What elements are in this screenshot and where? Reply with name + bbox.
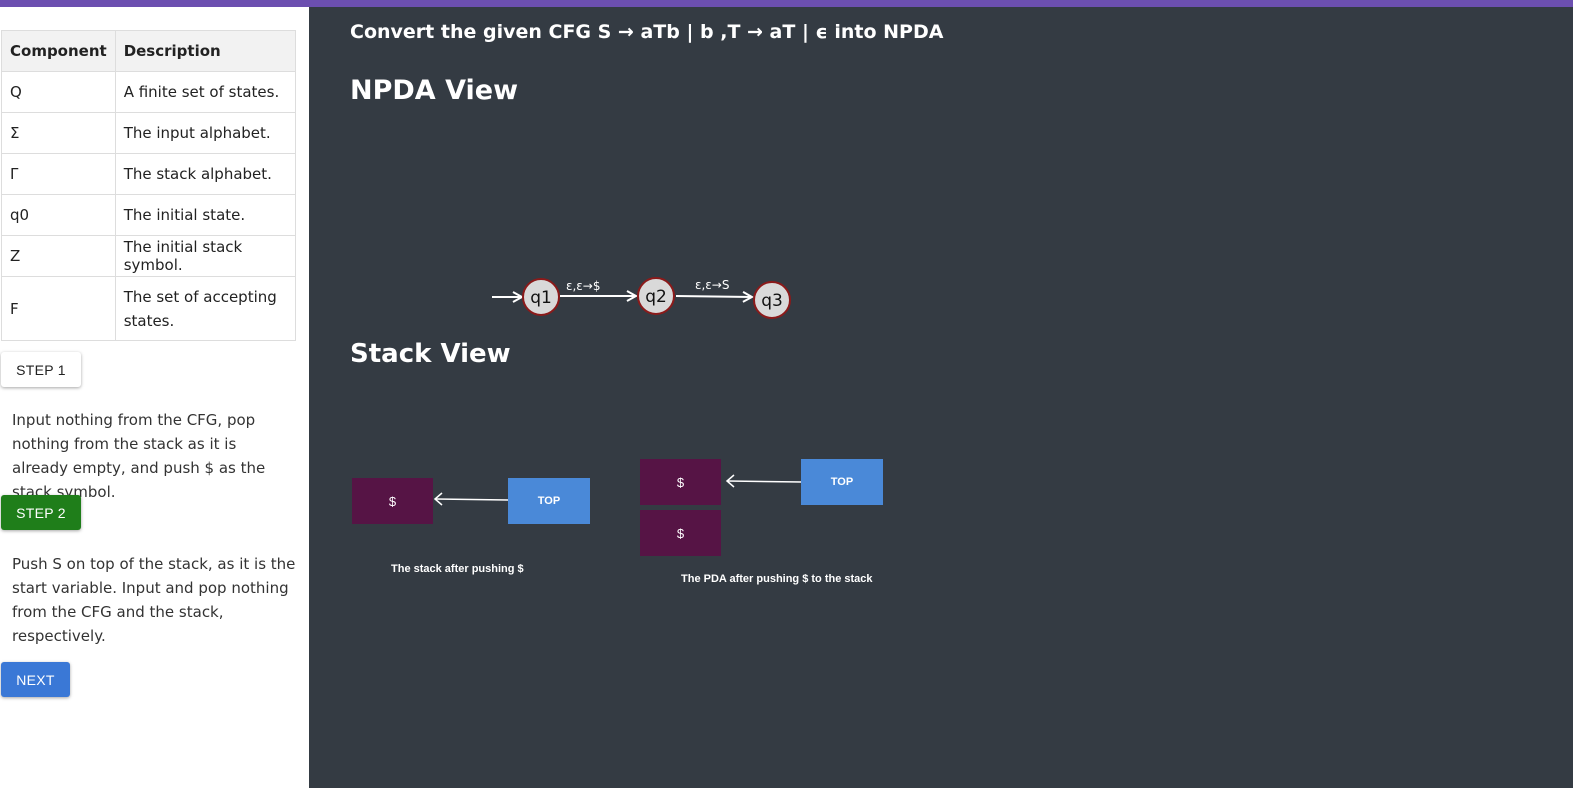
transition-label-q2-q3: ε,ε→S [695,278,729,292]
stack-1-caption: The stack after pushing $ [391,563,524,575]
step-2-button[interactable]: STEP 2 [1,495,81,530]
page-title: Convert the given CFG S → aTb | b ,T → a… [350,21,944,43]
npda-components-table: Component Description Q A finite set of … [1,30,297,341]
transition-arrow-q2-q3 [675,296,752,297]
stack-2-top-label: TOP [801,459,883,505]
component-cell: Q [1,71,116,113]
description-cell: The stack alphabet. [114,153,297,195]
stack-view-heading: Stack View [350,339,511,369]
column-header-component: Component [1,30,116,72]
step-2-description: Push S on top of the stack, as it is the… [12,555,296,645]
stack-2-cell-top: $ [640,459,721,505]
stack-1-cell: $ [352,478,433,524]
npda-diagram: ε,ε→$ ε,ε→S q1 q2 q3 [492,277,791,319]
description-cell: The initial stack symbol. [114,235,297,277]
step-1-description: Input nothing from the CFG, pop nothing … [12,411,266,501]
component-cell: F [1,276,116,341]
table-row: Γ The stack alphabet. [1,153,297,195]
main-panel: Convert the given CFG S → aTb | b ,T → a… [309,7,1573,788]
stack-1-top-label: TOP [508,478,590,524]
transition-label-q1-q2: ε,ε→$ [566,279,600,293]
table-row: Z The initial stack symbol. [1,235,297,277]
left-panel: Component Description Q A finite set of … [0,7,309,788]
component-cell: q0 [1,194,116,236]
next-button[interactable]: NEXT [1,662,70,697]
state-label-q3: q3 [761,291,783,311]
top-accent-bar [0,0,1573,7]
table-row: F The set of accepting states. [1,276,297,341]
stack-2-cell-bottom: $ [640,510,721,556]
stack-1-pointer-arrow [433,492,509,506]
stack-2-caption: The PDA after pushing $ to the stack [681,573,873,585]
description-cell: The input alphabet. [114,112,297,154]
description-cell: The initial state. [114,194,297,236]
step-1-button[interactable]: STEP 1 [1,352,81,387]
table-header-row: Component Description [1,30,297,72]
state-label-q1: q1 [530,288,552,308]
stack-2-pointer-arrow [725,474,803,488]
table-row: q0 The initial state. [1,194,297,236]
state-label-q2: q2 [645,287,667,307]
component-cell: Z [1,235,116,277]
table-row: Q A finite set of states. [1,71,297,113]
description-cell: A finite set of states. [114,71,297,113]
npda-view-heading: NPDA View [350,75,519,106]
table-row: Σ The input alphabet. [1,112,297,154]
column-header-description: Description [114,30,297,72]
description-cell: The set of accepting states. [114,276,297,341]
component-cell: Γ [1,153,116,195]
component-cell: Σ [1,112,116,154]
